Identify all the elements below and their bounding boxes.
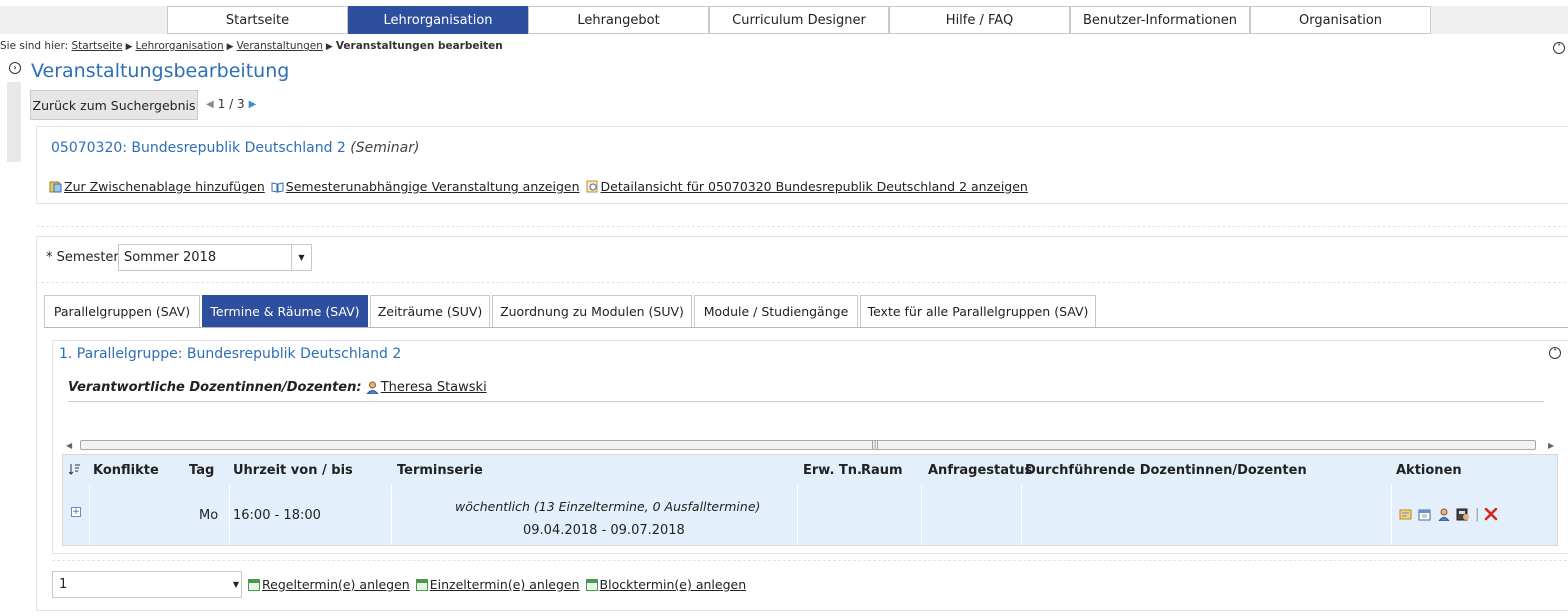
nav-tab-lehrorganisation[interactable]: Lehrorganisation — [348, 6, 528, 34]
breadcrumb-veranstaltungen[interactable]: Veranstaltungen — [237, 40, 323, 52]
cell-tag: Mo — [199, 508, 219, 523]
cell-uhrzeit: 16:00 - 18:00 — [233, 508, 321, 523]
responsible-lecturers: Verantwortliche Dozentinnen/Dozenten: Th… — [68, 380, 487, 395]
course-links: Zur Zwischenablage hinzufügen Semesterun… — [49, 179, 1034, 194]
result-pager: ◀ 1 / 3 ▶ — [206, 97, 256, 111]
delete-icon[interactable] — [1484, 507, 1498, 521]
column-header-raum[interactable]: Raum — [861, 463, 903, 478]
section-divider — [36, 282, 1568, 283]
tab-module-studiengaenge[interactable]: Module / Studiengänge — [694, 295, 858, 327]
breadcrumb-lehrorganisation[interactable]: Lehrorganisation — [135, 40, 223, 52]
previous-result-icon[interactable]: ◀ — [206, 99, 214, 110]
nav-tab-hilfe-faq[interactable]: Hilfe / FAQ — [889, 6, 1070, 34]
breadcrumb-arrow-icon: ▶ — [325, 42, 333, 52]
column-header-anfragestatus[interactable]: Anfragestatus — [928, 463, 1032, 478]
semester-select[interactable]: Sommer 2018 ▼ — [118, 244, 312, 271]
lecturers-divider — [68, 401, 1544, 402]
table-horizontal-scrollbar[interactable]: ◀ ||| ▶ — [62, 438, 1558, 452]
calendar-icon — [248, 578, 260, 591]
nav-tab-benutzer-informationen[interactable]: Benutzer-Informationen — [1070, 6, 1250, 34]
detail-view-icon — [586, 180, 599, 193]
row-actions: | — [1399, 507, 1498, 522]
create-regular-appointment-link[interactable]: Regeltermin(e) anlegen — [262, 577, 410, 592]
appointments-table: Konflikte Tag Uhrzeit von / bis Terminse… — [62, 454, 1558, 546]
table-cell-divider — [89, 485, 189, 545]
chevron-down-icon[interactable]: ▼ — [291, 245, 311, 270]
scroll-left-icon[interactable]: ◀ — [66, 441, 72, 450]
tab-termine-raeume[interactable]: Termine & Räume (SAV) — [202, 295, 368, 327]
breadcrumb: Sie sind hier: Startseite ▶ Lehrorganisati… — [0, 40, 1568, 58]
cell-terminserie-pattern: wöchentlich (13 Einzeltermine, 0 Ausfall… — [455, 499, 761, 514]
next-result-icon[interactable]: ▶ — [249, 99, 257, 110]
tab-zeitraeume[interactable]: Zeiträume (SUV) — [370, 295, 490, 327]
tab-parallelgruppen[interactable]: Parallelgruppen (SAV) — [44, 295, 200, 327]
course-type: (Seminar) — [350, 140, 420, 156]
tab-zuordnung-module[interactable]: Zuordnung zu Modulen (SUV) — [492, 295, 692, 327]
actions-separator: | — [1475, 507, 1480, 522]
column-header-terminserie[interactable]: Terminserie — [397, 463, 483, 478]
table-cell-divider — [797, 485, 921, 545]
cell-terminserie-range: 09.04.2018 - 09.07.2018 — [523, 523, 685, 538]
detail-view-link[interactable]: Detailansicht für 05070320 Bundesrepubli… — [601, 179, 1028, 194]
scrollbar-track[interactable]: ||| — [80, 440, 1536, 450]
calendar-view-icon[interactable] — [1418, 508, 1432, 521]
person-icon — [365, 381, 379, 395]
nav-tab-lehrangebot[interactable]: Lehrangebot — [528, 6, 709, 34]
table-cell-divider — [921, 485, 1021, 545]
appointment-count-value: 1 — [59, 577, 68, 592]
collapse-header-icon[interactable]: ˄ — [1553, 42, 1565, 54]
semester-select-value: Sommer 2018 — [124, 250, 217, 265]
column-header-erw-tn[interactable]: Erw. Tn. — [803, 463, 862, 478]
breadcrumb-arrow-icon: ▶ — [125, 42, 133, 52]
parallelgruppe-title: 1. Parallelgruppe: Bundesrepublik Deutsc… — [59, 346, 402, 362]
calendar-icon — [585, 578, 598, 591]
breadcrumb-startseite[interactable]: Startseite — [71, 40, 122, 52]
pager-label: 1 / 3 — [217, 97, 245, 111]
tab-texte-parallelgruppen[interactable]: Texte für alle Parallelgruppen (SAV) — [860, 295, 1096, 327]
tab-underline — [44, 327, 1568, 328]
column-header-dozenten[interactable]: Durchführende Dozentinnen/Dozenten — [1025, 463, 1307, 478]
column-header-tag[interactable]: Tag — [189, 463, 214, 478]
section-divider — [52, 560, 1568, 561]
breadcrumb-arrow-icon: ▶ — [226, 42, 234, 52]
column-header-uhrzeit[interactable]: Uhrzeit von / bis — [233, 463, 353, 478]
appointment-count-select[interactable]: 1 — [52, 571, 242, 598]
add-to-clipboard-link[interactable]: Zur Zwischenablage hinzufügen — [64, 179, 265, 194]
back-to-results-button[interactable]: Zurück zum Suchergebnis — [30, 90, 198, 120]
section-divider — [36, 226, 1568, 227]
create-block-appointment-link[interactable]: Blocktermin(e) anlegen — [600, 577, 747, 592]
semester-independent-link[interactable]: Semesterunabhängige Veranstaltung anzeig… — [286, 179, 580, 194]
nav-tab-curriculum-designer[interactable]: Curriculum Designer — [709, 6, 889, 34]
edit-appointment-icon[interactable] — [1399, 508, 1413, 521]
create-single-appointment-link[interactable]: Einzeltermin(e) anlegen — [430, 577, 580, 592]
table-cell-divider — [1021, 485, 1391, 545]
lecturer-link[interactable]: Theresa Stawski — [381, 380, 487, 395]
calendar-icon — [415, 578, 428, 591]
course-title: 05070320: Bundesrepublik Deutschland 2 (… — [51, 140, 419, 156]
breadcrumb-prefix: Sie sind hier: — [0, 40, 69, 52]
nav-tab-startseite[interactable]: Startseite — [167, 6, 348, 34]
collapse-group-icon[interactable]: ˄ — [1549, 347, 1561, 359]
page-title: Veranstaltungsbearbeitung — [31, 60, 290, 82]
scroll-right-icon[interactable]: ▶ — [1548, 441, 1554, 450]
clipboard-icon — [49, 180, 62, 193]
column-header-konflikte[interactable]: Konflikte — [93, 463, 159, 478]
breadcrumb-current: Veranstaltungen bearbeiten — [335, 40, 503, 52]
person-icon[interactable] — [1437, 508, 1451, 522]
column-header-aktionen: Aktionen — [1396, 463, 1462, 478]
room-request-icon[interactable] — [1456, 508, 1470, 521]
top-navigation: Startseite Lehrorganisation Lehrangebot … — [0, 0, 1568, 40]
chevron-down-icon[interactable]: ▼ — [228, 571, 244, 598]
expand-sidebar-icon[interactable]: › — [9, 62, 21, 74]
nav-tab-organisation[interactable]: Organisation — [1250, 6, 1431, 34]
expand-row-icon[interactable]: + — [71, 507, 81, 517]
scrollbar-grip[interactable]: ||| — [871, 440, 879, 449]
semester-label: * Semester — [46, 250, 119, 265]
responsible-lecturers-label: Verantwortliche Dozentinnen/Dozenten: — [68, 380, 362, 395]
create-appointment-links: Regeltermin(e) anlegen Einzeltermin(e) a… — [248, 577, 752, 592]
course-title-text: 05070320: Bundesrepublik Deutschland 2 — [51, 140, 346, 156]
book-icon — [271, 180, 284, 193]
sidebar-handle[interactable] — [7, 82, 21, 162]
sort-icon[interactable] — [68, 463, 81, 479]
